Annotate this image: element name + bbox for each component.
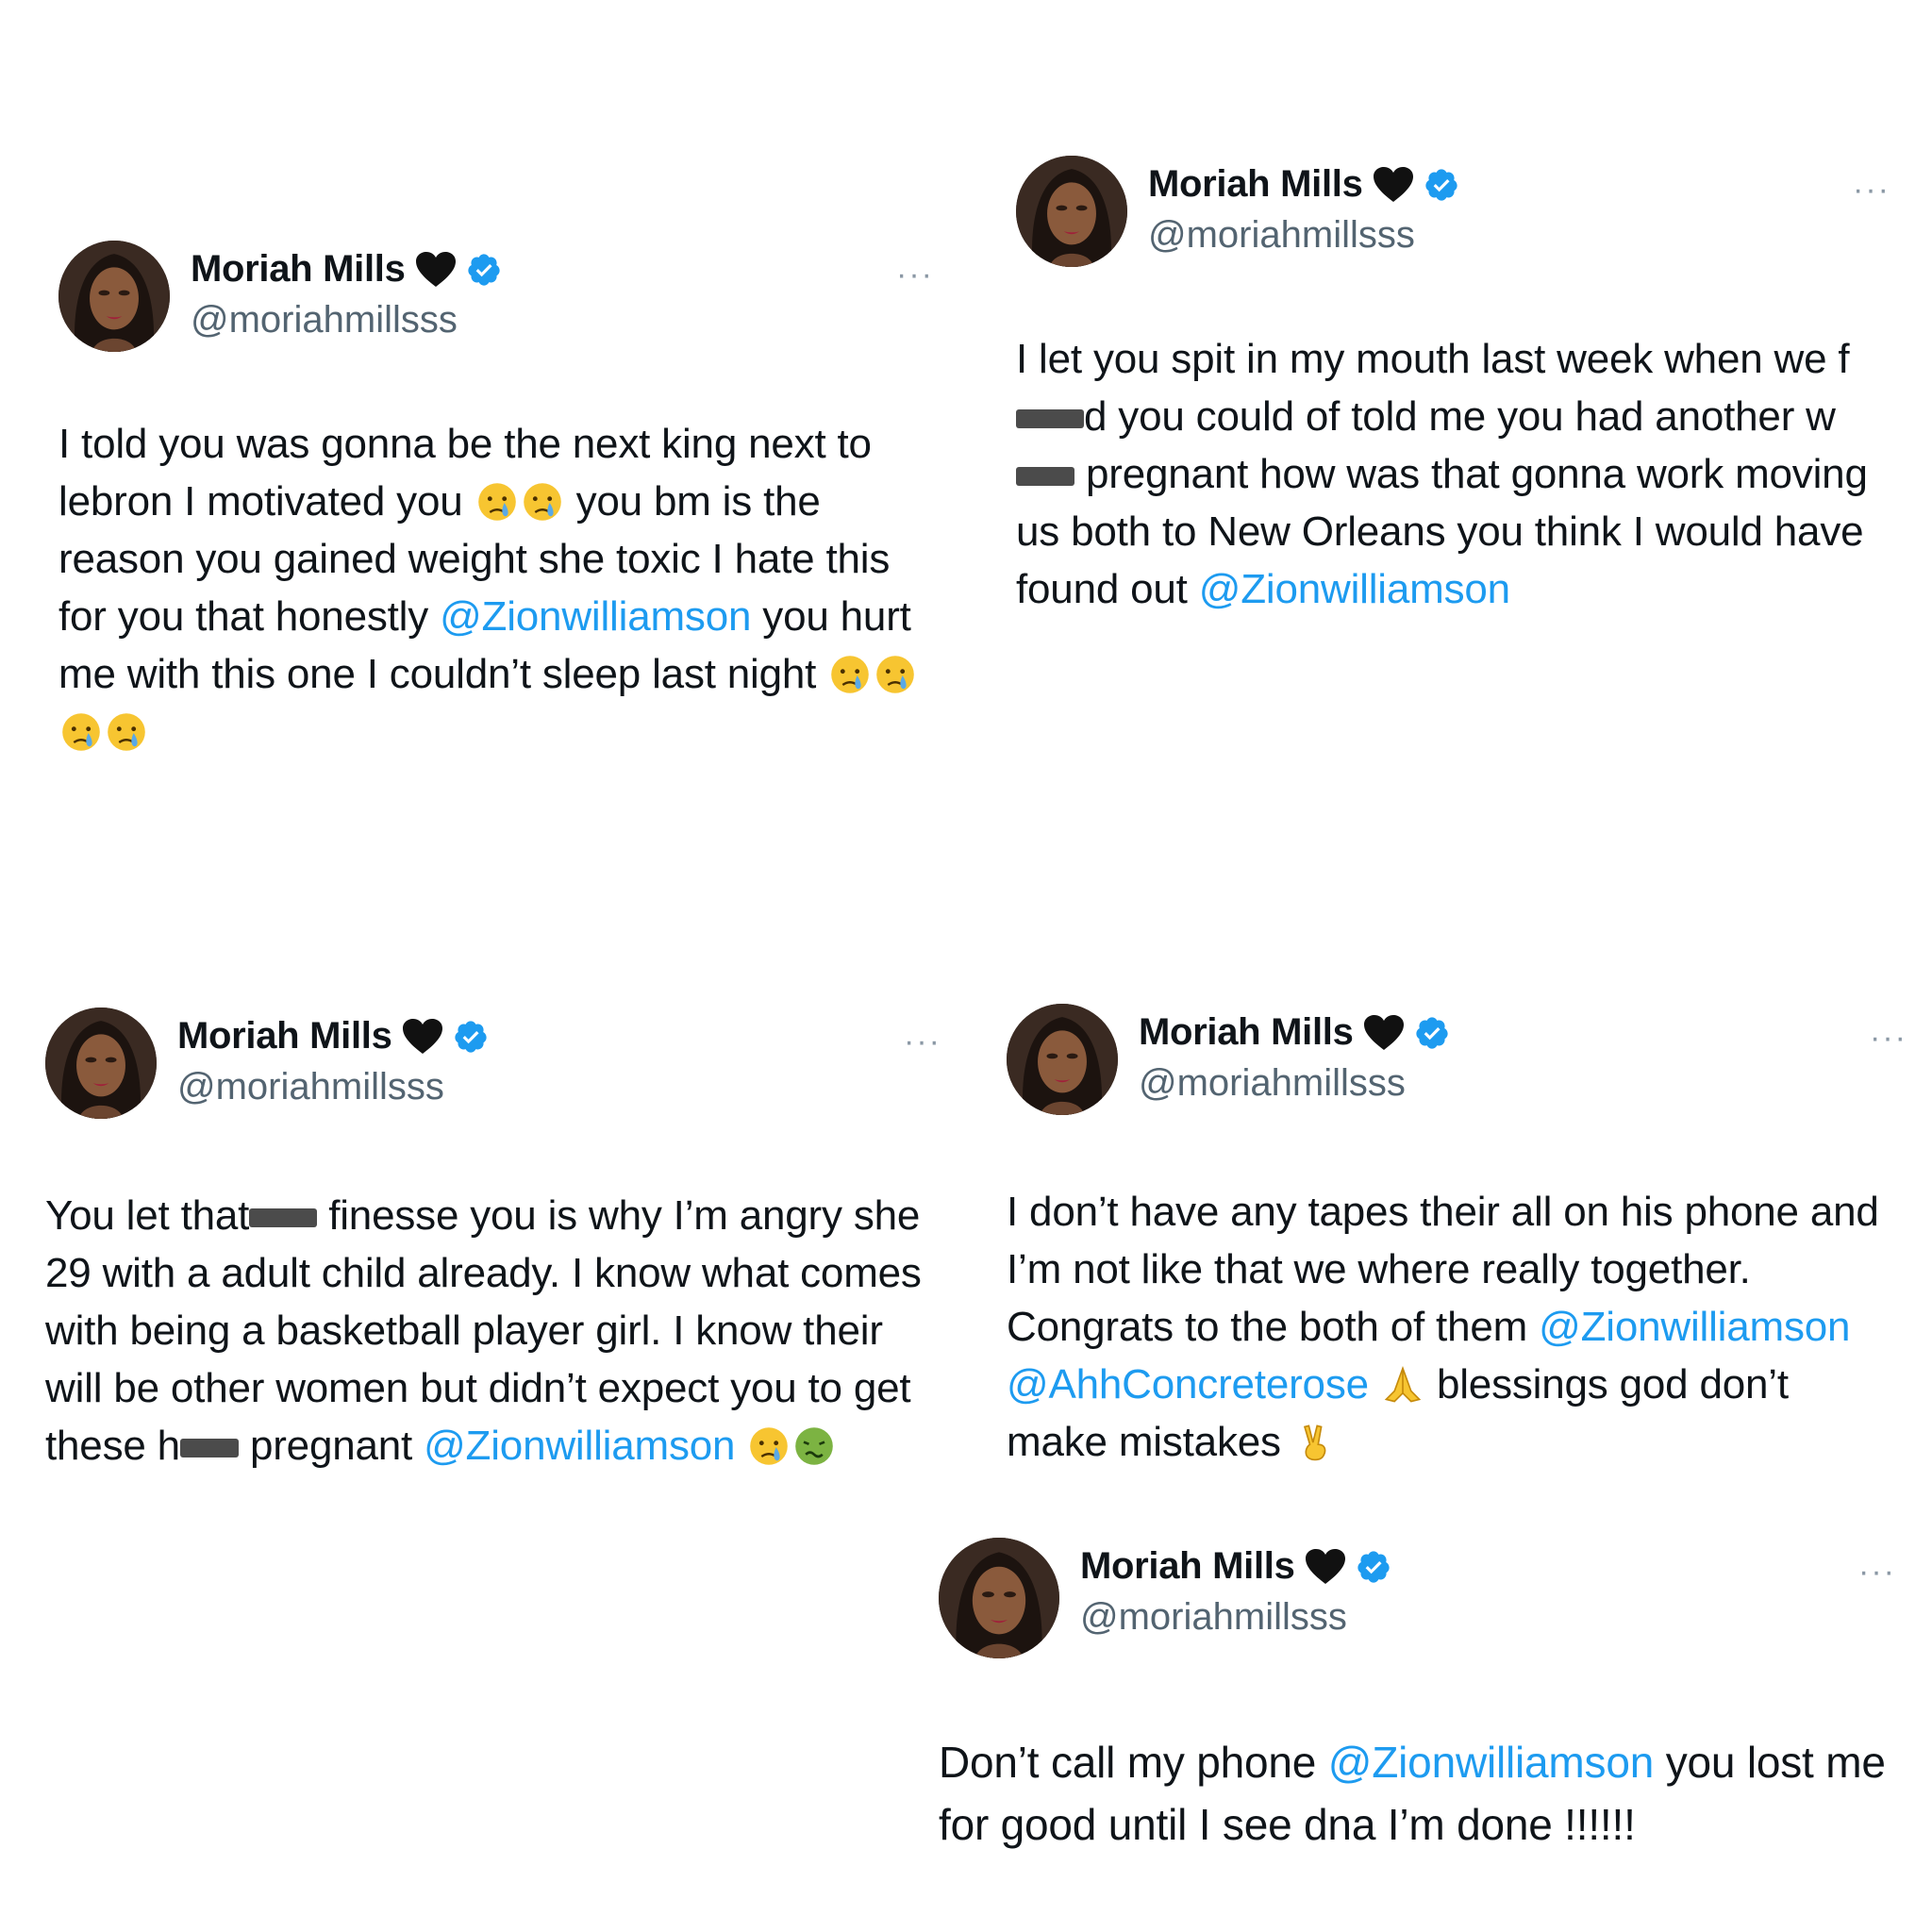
mention-link[interactable]: @Zionwilliamson	[440, 593, 751, 640]
more-options-button[interactable]: ···	[896, 258, 934, 291]
tweet-header: Moriah Mills @moriahmillsss ···	[45, 1008, 951, 1130]
black-heart-icon	[1363, 1014, 1405, 1052]
black-heart-icon	[1373, 166, 1414, 204]
tweet-text-segment: You let that	[45, 1192, 250, 1239]
verified-badge-icon	[1424, 167, 1459, 203]
handle[interactable]: @moriahmillsss	[1139, 1062, 1406, 1105]
display-name[interactable]: Moriah Mills	[1080, 1545, 1295, 1588]
display-name[interactable]: Moriah Mills	[1139, 1011, 1354, 1054]
tweet-header: Moriah Mills @moriahmillsss ···	[939, 1538, 1896, 1660]
redaction-bar	[249, 1208, 318, 1228]
handle[interactable]: @moriahmillsss	[191, 299, 458, 341]
display-name[interactable]: Moriah Mills	[1148, 163, 1363, 206]
tweet-text-segment	[1369, 1361, 1380, 1407]
avatar[interactable]	[1007, 1004, 1118, 1115]
avatar[interactable]	[939, 1538, 1059, 1658]
tweet-card-2[interactable]: Moriah Mills @moriahmillsss ··· I let yo…	[1016, 156, 1893, 618]
verified-badge-icon	[1356, 1549, 1391, 1585]
more-options-button[interactable]: ···	[904, 1025, 941, 1058]
crying-face-emoji-icon	[748, 1425, 790, 1467]
more-options-button[interactable]: ···	[1858, 1556, 1896, 1588]
display-name[interactable]: Moriah Mills	[191, 248, 406, 291]
crying-face-emoji-icon	[522, 481, 563, 523]
tweet-card-5[interactable]: Moriah Mills @moriahmillsss ··· Don’t ca…	[939, 1538, 1896, 1856]
tweet-text: I told you was gonna be the next king ne…	[58, 415, 945, 760]
verified-badge-icon	[466, 252, 502, 288]
tweet-text: I don’t have any tapes their all on his …	[1007, 1183, 1898, 1471]
victory-hand-emoji-icon	[1294, 1422, 1336, 1463]
redaction-bar	[179, 1439, 239, 1458]
crying-face-emoji-icon	[476, 481, 518, 523]
verified-badge-icon	[453, 1019, 489, 1055]
mention-link[interactable]: @Zionwilliamson	[424, 1423, 735, 1469]
crying-face-emoji-icon	[106, 711, 147, 753]
crying-face-emoji-icon	[874, 654, 916, 695]
more-options-button[interactable]: ···	[1870, 1022, 1907, 1054]
verified-badge-icon	[1414, 1015, 1450, 1051]
redaction-bar	[1016, 467, 1074, 487]
tweet-text-segment: Don’t call my phone	[939, 1738, 1328, 1787]
tweet-text-segment	[735, 1423, 746, 1469]
tweet-header: Moriah Mills @moriahmillsss ···	[1016, 156, 1893, 278]
tweet-text-segment: d you could of told me you had another w	[1084, 393, 1836, 440]
redaction-bar	[1016, 409, 1084, 429]
mention-link[interactable]: @Zionwilliamson	[1199, 566, 1510, 612]
tweet-header: Moriah Mills @moriahmillsss ···	[58, 241, 945, 363]
tweet-text-segment: pregnant	[238, 1423, 425, 1469]
avatar[interactable]	[45, 1008, 157, 1119]
more-options-button[interactable]: ···	[1853, 174, 1890, 206]
display-name[interactable]: Moriah Mills	[177, 1015, 392, 1058]
mention-link[interactable]: @Zionwilliamson	[1328, 1738, 1655, 1787]
avatar[interactable]	[1016, 156, 1127, 267]
tweet-text: You let that finesse you is why I’m angr…	[45, 1187, 951, 1474]
folded-hands-emoji-icon	[1382, 1364, 1424, 1406]
tweet-card-4[interactable]: Moriah Mills @moriahmillsss ··· I don’t …	[1007, 1004, 1906, 1471]
mention-link[interactable]: @Zionwilliamson	[1539, 1304, 1850, 1350]
handle[interactable]: @moriahmillsss	[177, 1066, 444, 1108]
tweet-card-1[interactable]: Moriah Mills @moriahmillsss ··· I told y…	[58, 241, 945, 760]
mention-link[interactable]: @AhhConcreterose	[1007, 1361, 1369, 1407]
avatar[interactable]	[58, 241, 170, 352]
tweet-text: Don’t call my phone @Zionwilliamson you …	[939, 1731, 1896, 1856]
black-heart-icon	[415, 251, 457, 289]
nauseated-face-emoji-icon	[793, 1425, 835, 1467]
black-heart-icon	[402, 1018, 443, 1056]
handle[interactable]: @moriahmillsss	[1080, 1596, 1347, 1639]
black-heart-icon	[1305, 1548, 1346, 1586]
tweet-text-segment: I let you spit in my mouth last week whe…	[1016, 336, 1850, 382]
handle[interactable]: @moriahmillsss	[1148, 214, 1415, 257]
tweet-text: I let you spit in my mouth last week whe…	[1016, 330, 1893, 618]
tweet-card-3[interactable]: Moriah Mills @moriahmillsss ··· You let …	[45, 1008, 951, 1474]
crying-face-emoji-icon	[60, 711, 102, 753]
crying-face-emoji-icon	[829, 654, 871, 695]
tweet-header: Moriah Mills @moriahmillsss ···	[1007, 1004, 1906, 1126]
